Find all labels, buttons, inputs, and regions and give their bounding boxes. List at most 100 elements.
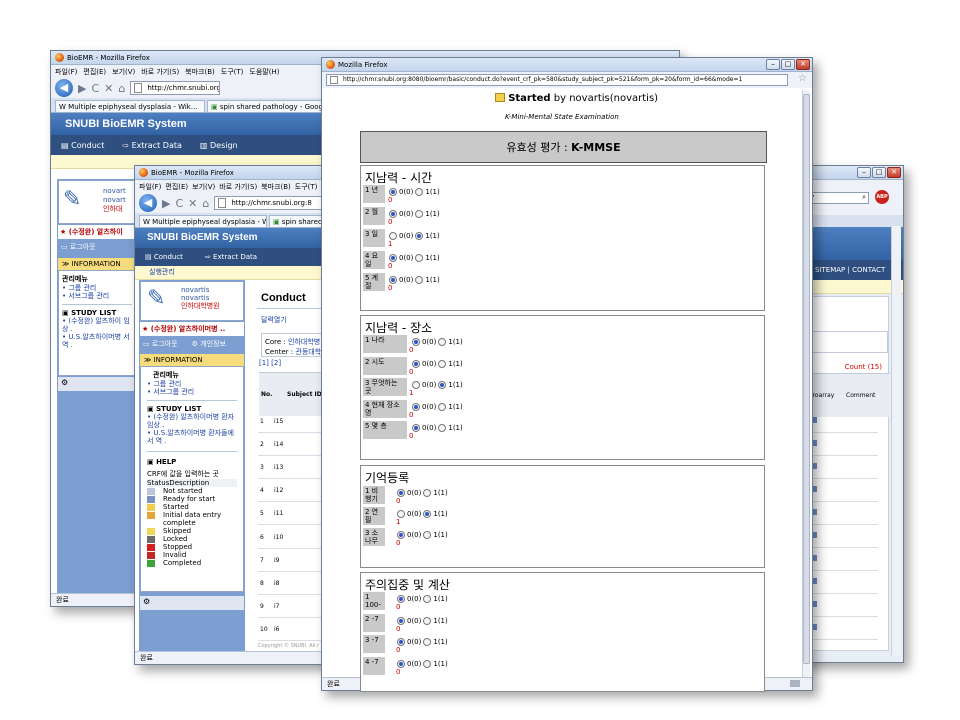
url-bar[interactable]: http://chmr.snubi.org:8 — [130, 81, 221, 95]
radio-option-0[interactable] — [389, 232, 397, 240]
bookmark-star-icon[interactable]: ☆ — [798, 73, 807, 84]
table-row[interactable] — [812, 479, 878, 502]
menu-item-tools[interactable]: 도구(T) — [295, 182, 318, 192]
back-arrow-icon[interactable]: ◀ — [139, 194, 157, 212]
row-subject-id[interactable]: i15 — [274, 418, 283, 425]
table-row[interactable] — [812, 525, 878, 548]
radio-option-1[interactable] — [438, 402, 447, 411]
radio-option-1[interactable] — [415, 210, 424, 218]
settings-icon[interactable]: ⚙ — [58, 377, 136, 391]
reload-icon[interactable]: C — [175, 197, 183, 210]
scroll-thumb[interactable] — [803, 94, 810, 664]
row-subject-id[interactable]: i11 — [274, 510, 283, 517]
radio-option-1[interactable] — [438, 359, 447, 368]
radio-option-0[interactable] — [397, 638, 405, 646]
radio-option-0[interactable] — [397, 595, 405, 603]
table-row[interactable] — [812, 617, 878, 640]
row-subject-id[interactable]: i7 — [274, 603, 279, 610]
home-icon[interactable]: ⌂ — [202, 197, 209, 210]
radio-option-1[interactable] — [438, 381, 447, 389]
menu-item-tools[interactable]: 도구(T) — [221, 67, 244, 77]
menu-item-file[interactable]: 파일(F) — [139, 182, 161, 192]
project-line[interactable]: ★ (수정완) 알츠하이 — [58, 225, 136, 239]
adblock-icon[interactable]: ABP — [875, 190, 889, 204]
close-icon[interactable]: ✕ — [887, 167, 901, 178]
radio-option-1[interactable] — [423, 595, 432, 603]
radio-option-0[interactable] — [389, 276, 397, 284]
radio-option-1[interactable] — [415, 188, 424, 196]
maximize-icon[interactable]: □ — [781, 59, 795, 70]
menu-item-group[interactable]: • 그룹 관리 — [147, 380, 237, 388]
table-row[interactable]: 2 i14 — [258, 433, 322, 457]
radio-option-0[interactable] — [389, 210, 397, 218]
settings-icon[interactable]: ⚙ — [140, 596, 244, 610]
row-subject-id[interactable]: i12 — [274, 487, 283, 494]
radio-option-1[interactable] — [415, 232, 424, 240]
minimize-icon[interactable]: – — [766, 59, 780, 70]
logout-row[interactable]: ▭ 로그아웃 — [57, 240, 137, 254]
row-subject-id[interactable]: i13 — [274, 464, 283, 471]
menu-item-go[interactable]: 바로 가기(S) — [141, 67, 179, 77]
study-item[interactable]: • (수정완) 알츠하이머병 환자 임상 . — [147, 413, 237, 429]
search-icon[interactable]: ⌕ — [862, 193, 866, 202]
radio-option-0[interactable] — [412, 424, 420, 432]
table-row[interactable] — [812, 433, 878, 456]
table-row[interactable]: 4 i12 — [258, 479, 322, 503]
table-row[interactable]: 8 i8 — [258, 572, 322, 595]
tab-google[interactable]: ▣ spin shared pathology - Goog — [207, 100, 327, 112]
radio-option-1[interactable] — [438, 338, 447, 346]
nav-conduct[interactable]: ▤ Conduct — [145, 253, 183, 261]
radio-option-0[interactable] — [412, 381, 420, 389]
reload-icon[interactable]: C — [91, 82, 99, 95]
nav-extract-data[interactable]: ⇨ Extract Data — [205, 253, 257, 261]
radio-option-0[interactable] — [412, 338, 420, 346]
contact-link[interactable]: CONTACT — [852, 266, 885, 274]
menu-item-edit[interactable]: 편집(E) — [165, 182, 188, 192]
back-arrow-icon[interactable]: ◀ — [55, 79, 73, 97]
radio-option-0[interactable] — [412, 359, 420, 368]
row-subject-id[interactable]: i9 — [274, 557, 279, 564]
menu-item-view[interactable]: 보기(V) — [112, 67, 135, 77]
sub-bar-label[interactable]: 실행관리 — [149, 268, 175, 276]
menu-item-bookmarks[interactable]: 북마크(B) — [261, 182, 291, 192]
logout-link[interactable]: ▭ 로그아웃 — [143, 339, 178, 349]
row-subject-id[interactable]: i14 — [274, 441, 283, 448]
radio-option-1[interactable] — [423, 489, 432, 497]
myinfo-link[interactable]: ⚙ 개인정보 — [192, 339, 226, 349]
table-row[interactable]: 9 i7 — [258, 595, 322, 618]
tab-wikipedia[interactable]: W Multiple epiphyseal dysplasia - Wik... — [55, 100, 205, 112]
tab-google[interactable]: ▣ spin shared — [269, 215, 329, 227]
minimize-icon[interactable]: – — [857, 167, 871, 178]
table-row[interactable]: 6 i10 — [258, 526, 322, 549]
table-row[interactable]: 5 i11 — [258, 502, 322, 526]
table-row[interactable] — [812, 548, 878, 571]
radio-option-1[interactable] — [423, 531, 432, 539]
radio-option-0[interactable] — [397, 489, 405, 497]
stop-icon[interactable]: ✕ — [188, 197, 197, 210]
maximize-icon[interactable]: □ — [872, 167, 886, 178]
menu-item-help[interactable]: 도움말(H) — [249, 67, 279, 77]
radio-option-0[interactable] — [397, 659, 405, 668]
sitemap-link[interactable]: SITEMAP — [815, 266, 845, 274]
radio-option-1[interactable] — [423, 616, 432, 625]
scrollbar[interactable] — [891, 226, 901, 656]
table-row[interactable] — [812, 502, 878, 525]
radio-option-0[interactable] — [412, 402, 420, 411]
radio-option-1[interactable] — [415, 276, 424, 284]
table-row[interactable] — [812, 410, 878, 433]
radio-option-1[interactable] — [438, 424, 447, 432]
table-row[interactable]: 7 i9 — [258, 549, 322, 572]
tab-wikipedia[interactable]: W Multiple epiphyseal dysplasia - Wik... — [139, 215, 267, 227]
nav-conduct[interactable]: ▤ Conduct — [61, 141, 104, 150]
menu-item-go[interactable]: 바로 가기(S) — [219, 182, 257, 192]
row-subject-id[interactable]: i6 — [274, 626, 279, 633]
search-box[interactable]: y⌕ — [807, 192, 869, 204]
stop-icon[interactable]: ✕ — [104, 82, 113, 95]
menu-item-subgroup[interactable]: • 서브그룹 관리 — [62, 292, 132, 300]
radio-option-1[interactable] — [423, 638, 432, 646]
row-subject-id[interactable]: i10 — [274, 534, 283, 541]
radio-option-1[interactable] — [423, 659, 432, 668]
radio-option-0[interactable] — [397, 531, 405, 539]
window-titlebar[interactable]: BioEMR - Mozilla Firefox — [135, 166, 333, 180]
url-bar[interactable]: http://chmr.snubi.org:8080/bioemr/basic/… — [326, 74, 788, 86]
